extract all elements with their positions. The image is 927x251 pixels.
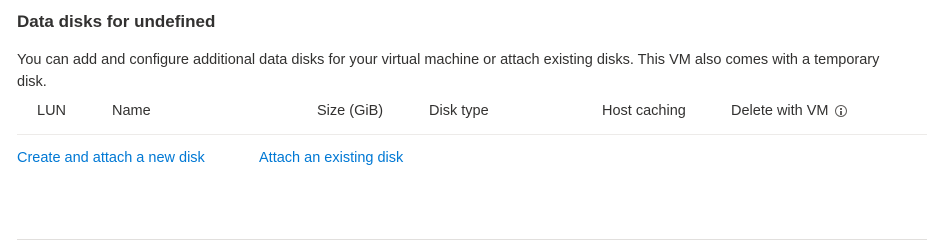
column-header-delete-with-vm: Delete with VM — [731, 103, 847, 119]
attach-existing-disk-link[interactable]: Attach an existing disk — [259, 150, 403, 166]
column-header-host-caching: Host caching — [602, 103, 686, 119]
info-icon[interactable] — [834, 105, 847, 117]
section-description: You can add and configure additional dat… — [17, 52, 880, 90]
column-header-disk-type: Disk type — [429, 103, 489, 119]
column-header-delete-with-vm-label: Delete with VM — [731, 103, 829, 119]
data-disks-table-header: LUN Name Size (GiB) Disk type Host cachi… — [17, 101, 927, 135]
column-header-size: Size (GiB) — [317, 103, 384, 119]
create-and-attach-disk-link[interactable]: Create and attach a new disk — [17, 150, 205, 166]
column-header-lun: LUN — [37, 103, 67, 119]
column-header-name: Name — [112, 103, 151, 119]
section-title: Data disks for undefined — [17, 12, 216, 31]
bottom-divider — [17, 239, 927, 240]
